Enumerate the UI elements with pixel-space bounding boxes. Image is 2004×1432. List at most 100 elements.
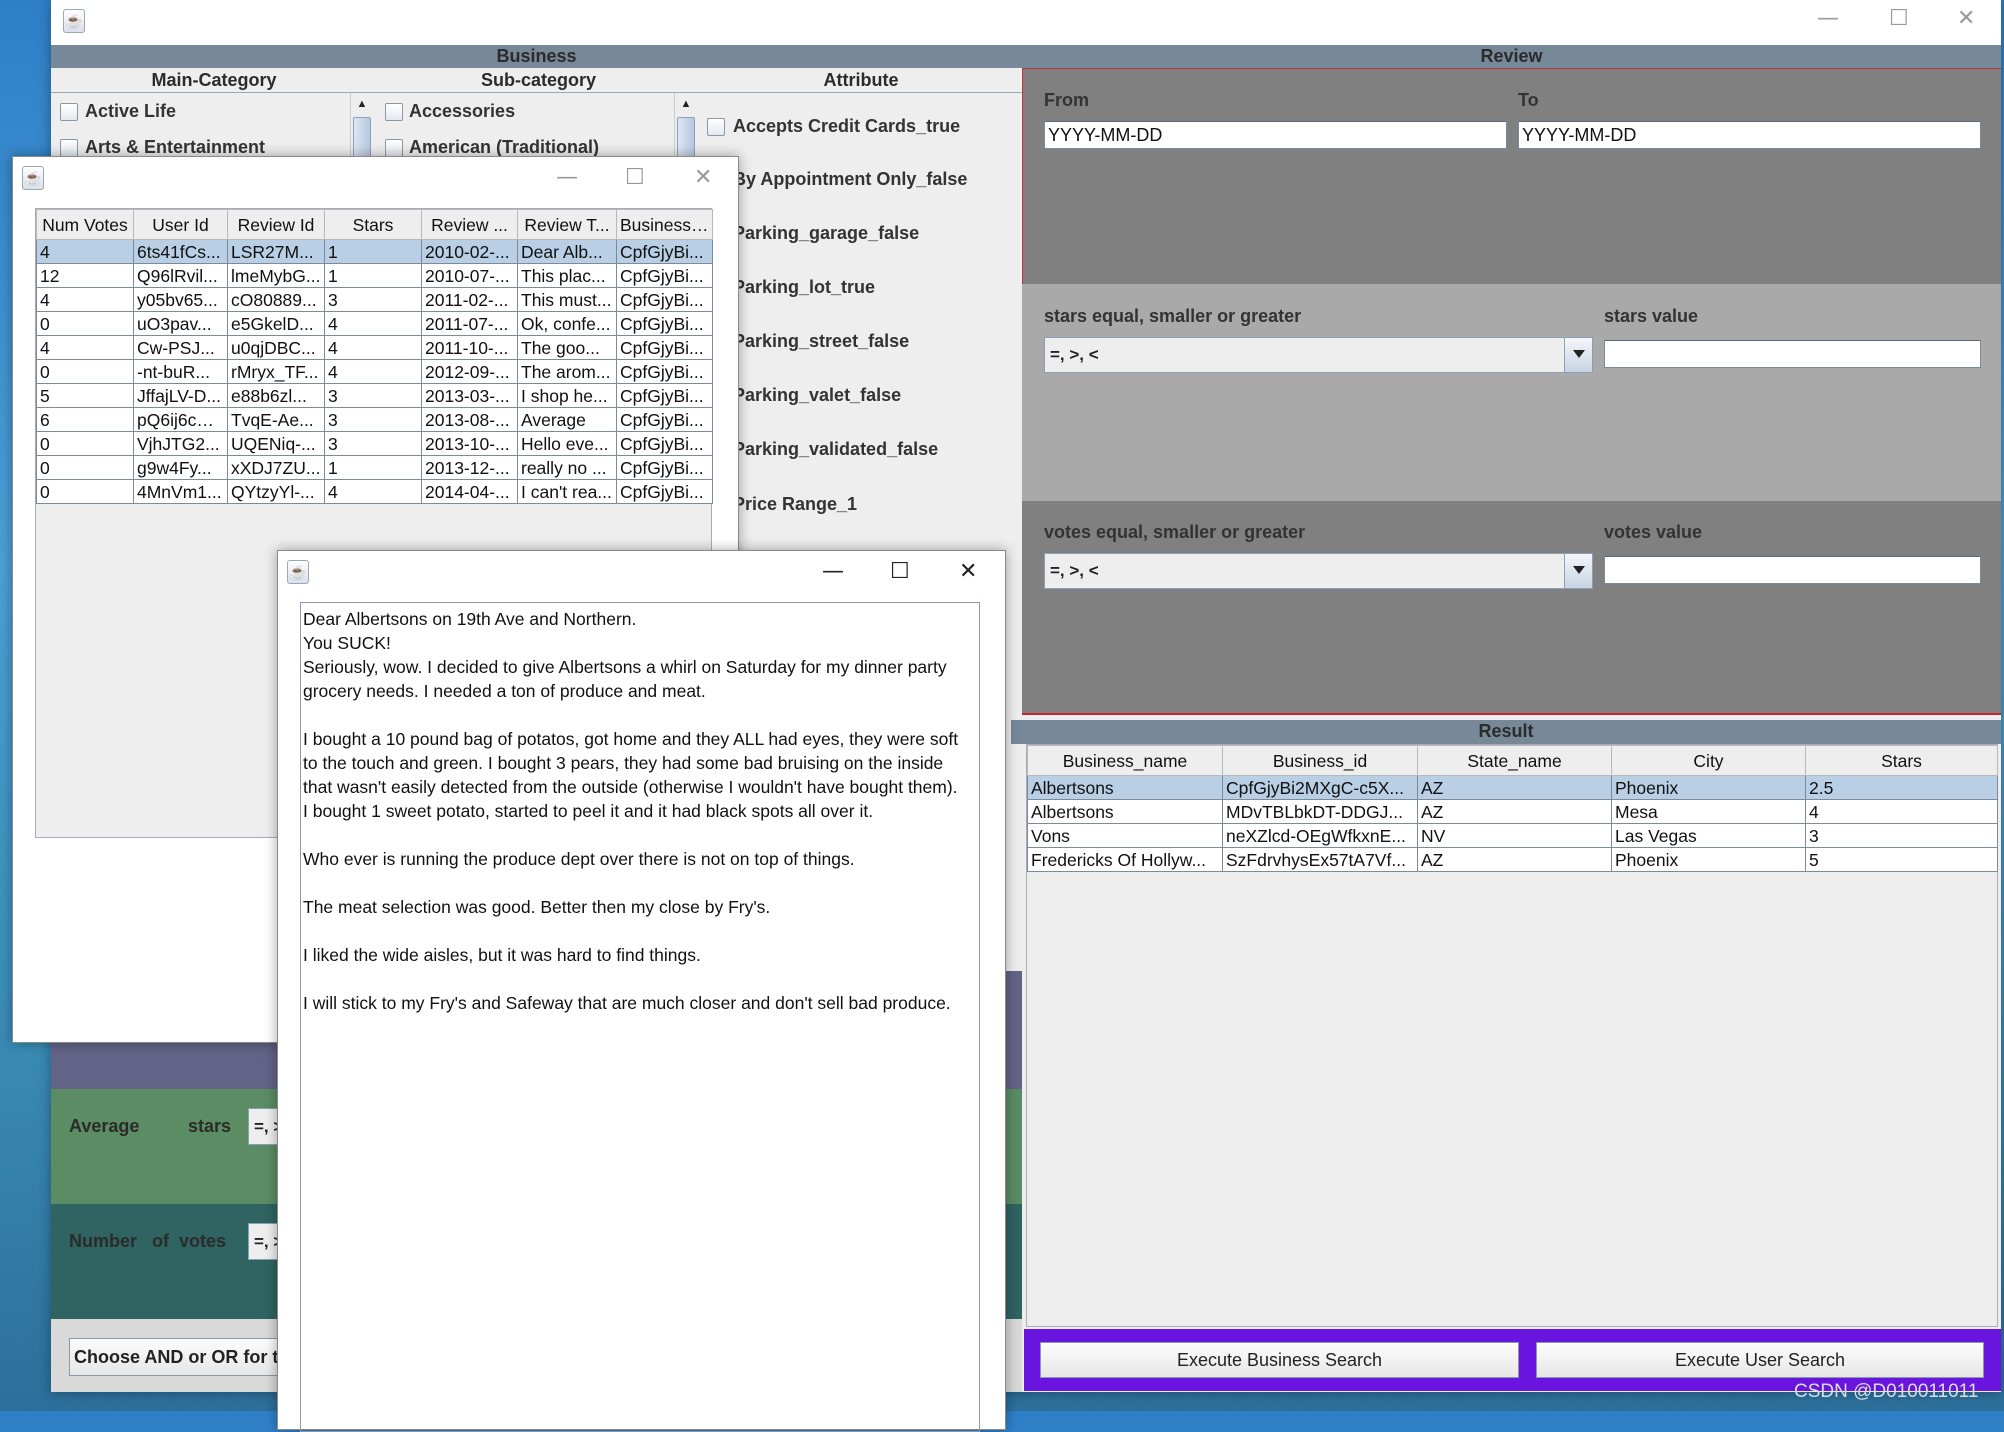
from-date-input[interactable]: YYYY-MM-DD [1044, 121, 1507, 149]
votes-value-input[interactable] [1604, 556, 1981, 584]
java-app-icon: ☕ [22, 166, 44, 190]
column-header[interactable]: City [1611, 745, 1806, 776]
close-button[interactable]: ✕ [1957, 8, 1975, 30]
review-text-title-bar: ☕ — ☐ ✕ [278, 551, 1005, 593]
stars-compare-combo[interactable]: =, >, < [1044, 337, 1593, 373]
main-category-item: Arts & Entertainment [85, 137, 266, 157]
checkbox-american-traditional[interactable] [385, 139, 403, 157]
table-row[interactable]: 5 JffajLV-D... e88b6zl... 3 2013-03-... I sho… [36, 383, 713, 408]
table-cell: cO80889... [227, 287, 325, 312]
table-cell: -nt-buR... [133, 359, 228, 384]
checkbox-accessories[interactable] [385, 103, 403, 121]
table-cell: 4 [36, 287, 134, 312]
table-cell: 0 [36, 479, 134, 504]
table-row[interactable]: 4 6ts41fCs... LSR27M... 1 2010-02-... Dear Al… [36, 239, 713, 264]
sub-category-title: Sub-category [480, 70, 597, 90]
minimize-button[interactable]: — [556, 167, 578, 189]
table-cell: 1 [324, 263, 422, 288]
minimize-button[interactable]: — [822, 561, 844, 583]
table-cell: UQENiq-... [227, 431, 325, 456]
column-header[interactable]: Num Votes [36, 209, 134, 240]
table-cell: 2012-09-... [421, 359, 518, 384]
votes-compare-label: votes equal, smaller or greater [1044, 522, 1306, 542]
table-row[interactable]: Albertsons CpfGjyBi2MXgC-c5X... AZ Phoenix 2… [1027, 775, 1998, 800]
chevron-down-icon[interactable] [1564, 554, 1592, 588]
table-cell: JffajLV-D... [133, 383, 228, 408]
column-header[interactable]: Stars [1805, 745, 1998, 776]
number-of-votes-label: Number of votes [69, 1231, 227, 1251]
table-cell: 5 [36, 383, 134, 408]
to-label: To [1518, 90, 1539, 110]
main-category-scrollbar[interactable]: ▲ [350, 93, 373, 177]
review-text-area[interactable]: Dear Albertsons on 19th Ave and Northern… [300, 602, 980, 1432]
maximize-button[interactable]: ☐ [625, 167, 645, 189]
column-header[interactable]: State_name [1417, 745, 1612, 776]
execute-business-search-button[interactable]: Execute Business Search [1040, 1342, 1519, 1378]
table-cell: 4 [324, 479, 422, 504]
table-row[interactable]: 0 4MnVm1... QYtzyYl-... 4 2014-04-... I can't… [36, 479, 713, 504]
review-text-line [303, 967, 977, 991]
column-header[interactable]: Stars [324, 209, 422, 240]
table-row[interactable]: 0 -nt-buR... rMryx_TF... 4 2012-09-... The ar… [36, 359, 713, 384]
column-header[interactable]: User Id [133, 209, 228, 240]
column-header[interactable]: Review Id [227, 209, 325, 240]
checkbox-active-life[interactable] [60, 103, 78, 121]
table-row[interactable]: 0 uO3pav... e5GkelD... 4 2011-07-... Ok, conf… [36, 311, 713, 336]
table-cell: 4 [36, 335, 134, 360]
checkbox-arts-entertainment[interactable] [60, 139, 78, 157]
column-header[interactable]: Business_id [1222, 745, 1418, 776]
attribute-title: Attribute [823, 70, 899, 90]
table-row[interactable]: Albertsons MDvTBLbkDT-DDGJ... AZ Mesa 4 [1027, 799, 1998, 824]
close-button[interactable]: ✕ [959, 561, 977, 583]
attribute-checkbox[interactable] [707, 118, 725, 136]
table-cell: Albertsons [1027, 799, 1223, 824]
table-row[interactable]: Fredericks Of Hollyw... SzFdrvhysEx57tA7V… [1027, 847, 1998, 872]
review-text-line: Dear Albertsons on 19th Ave and Northern… [303, 609, 637, 629]
table-row[interactable]: 0 g9w4Fy... xXDJ7ZU... 1 2013-12-... really n… [36, 455, 713, 480]
table-cell: e88b6zl... [227, 383, 325, 408]
maximize-button[interactable]: ☐ [1889, 8, 1909, 30]
minimize-button[interactable]: — [1817, 8, 1839, 30]
table-cell: 0 [36, 431, 134, 456]
table-cell: SzFdrvhysEx57tA7Vf... [1222, 847, 1418, 872]
main-title-bar: ☕ — ☐ ✕ [51, 0, 2001, 45]
table-row[interactable]: 12 Q96lRvil... lmeMybG... 1 2010-07-... This … [36, 263, 713, 288]
table-cell: 3 [324, 287, 422, 312]
table-cell: I can't rea... [517, 479, 617, 504]
stars-value-input[interactable] [1604, 340, 1981, 368]
stars-label: stars [188, 1116, 232, 1136]
close-button[interactable]: ✕ [694, 167, 712, 189]
column-header[interactable]: Review ... [421, 209, 518, 240]
chevron-down-icon[interactable] [1564, 338, 1592, 372]
table-cell: CpfGjyBi... [616, 407, 713, 432]
result-header: Result [1011, 720, 2001, 744]
column-header[interactable]: Business Id [616, 209, 713, 240]
to-date-input[interactable]: YYYY-MM-DD [1518, 121, 1981, 149]
table-cell: 0 [36, 311, 134, 336]
table-cell: rMryx_TF... [227, 359, 325, 384]
table-row[interactable]: Vons neXZlcd-OEgWfkxnE... NV Las Vegas 3 [1027, 823, 1998, 848]
stars-compare-label: stars equal, smaller or greater [1044, 306, 1302, 326]
table-row[interactable]: 4 y05bv65... cO80889... 3 2011-02-... This mu… [36, 287, 713, 312]
table-row[interactable]: 0 VjhJTG2... UQENiq-... 3 2013-10-... Hello e… [36, 431, 713, 456]
column-header[interactable]: Business_name [1027, 745, 1223, 776]
attribute-item: Parking_valet_false [733, 385, 902, 405]
execute-user-search-button[interactable]: Execute User Search [1536, 1342, 1984, 1378]
attribute-item: Parking_validated_false [733, 439, 939, 459]
scroll-up-icon[interactable]: ▲ [677, 95, 695, 113]
reviews-table: Num Votes User Id Review Id Stars Review ...… [36, 209, 713, 504]
column-header[interactable]: Review T... [517, 209, 617, 240]
table-cell: CpfGjyBi2MXgC-c5X... [1222, 775, 1418, 800]
votes-compare-combo[interactable]: =, >, < [1044, 553, 1593, 589]
table-cell: lmeMybG... [227, 263, 325, 288]
sub-category-scrollbar[interactable]: ▲ [674, 93, 697, 177]
maximize-button[interactable]: ☐ [890, 561, 910, 583]
table-cell: Las Vegas [1611, 823, 1806, 848]
table-row[interactable]: 4 Cw-PSJ... u0qjDBC... 4 2011-10-... The goo.… [36, 335, 713, 360]
table-row[interactable]: 6 pQ6ij6cO... TvqE-Ae... 3 2013-08-... Averag… [36, 407, 713, 432]
table-cell: 2013-12-... [421, 455, 518, 480]
table-cell: Hello eve... [517, 431, 617, 456]
table-cell: CpfGjyBi... [616, 335, 713, 360]
table-cell: The goo... [517, 335, 617, 360]
scroll-up-icon[interactable]: ▲ [353, 95, 371, 113]
